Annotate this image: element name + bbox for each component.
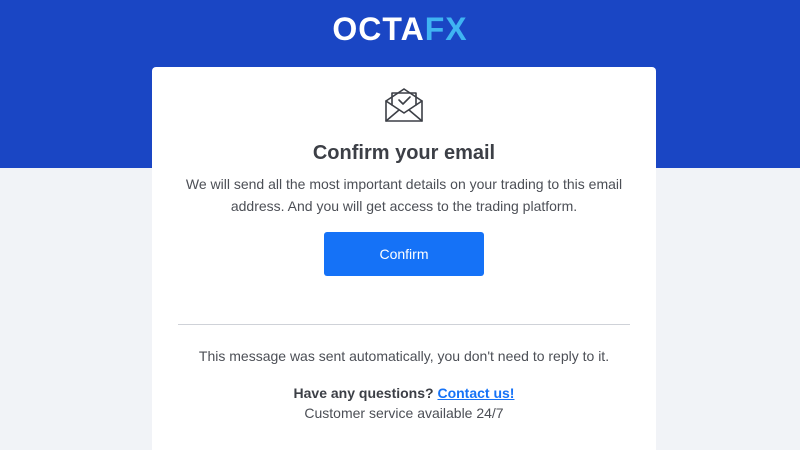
questions-text: Have any questions? [293,385,434,401]
auto-sent-note: This message was sent automatically, you… [198,348,610,364]
confirm-button[interactable]: Confirm [324,232,484,276]
logo-main-text: OCTA [332,11,425,47]
divider [178,324,630,325]
email-page: OCTAFX Confirm your email We will send a… [0,0,800,450]
confirm-card: Confirm your email We will send all the … [152,67,656,450]
service-availability-note: Customer service available 24/7 [304,405,504,421]
logo-accent-text: FX [424,11,468,47]
confirm-description: We will send all the most important deta… [185,176,623,214]
contact-us-link[interactable]: Contact us! [437,385,514,401]
envelope-check-icon [385,88,423,122]
page-title: Confirm your email [312,142,496,164]
questions-line: Have any questions? Contact us! [152,383,656,403]
octafx-logo: OCTAFX [0,12,800,46]
